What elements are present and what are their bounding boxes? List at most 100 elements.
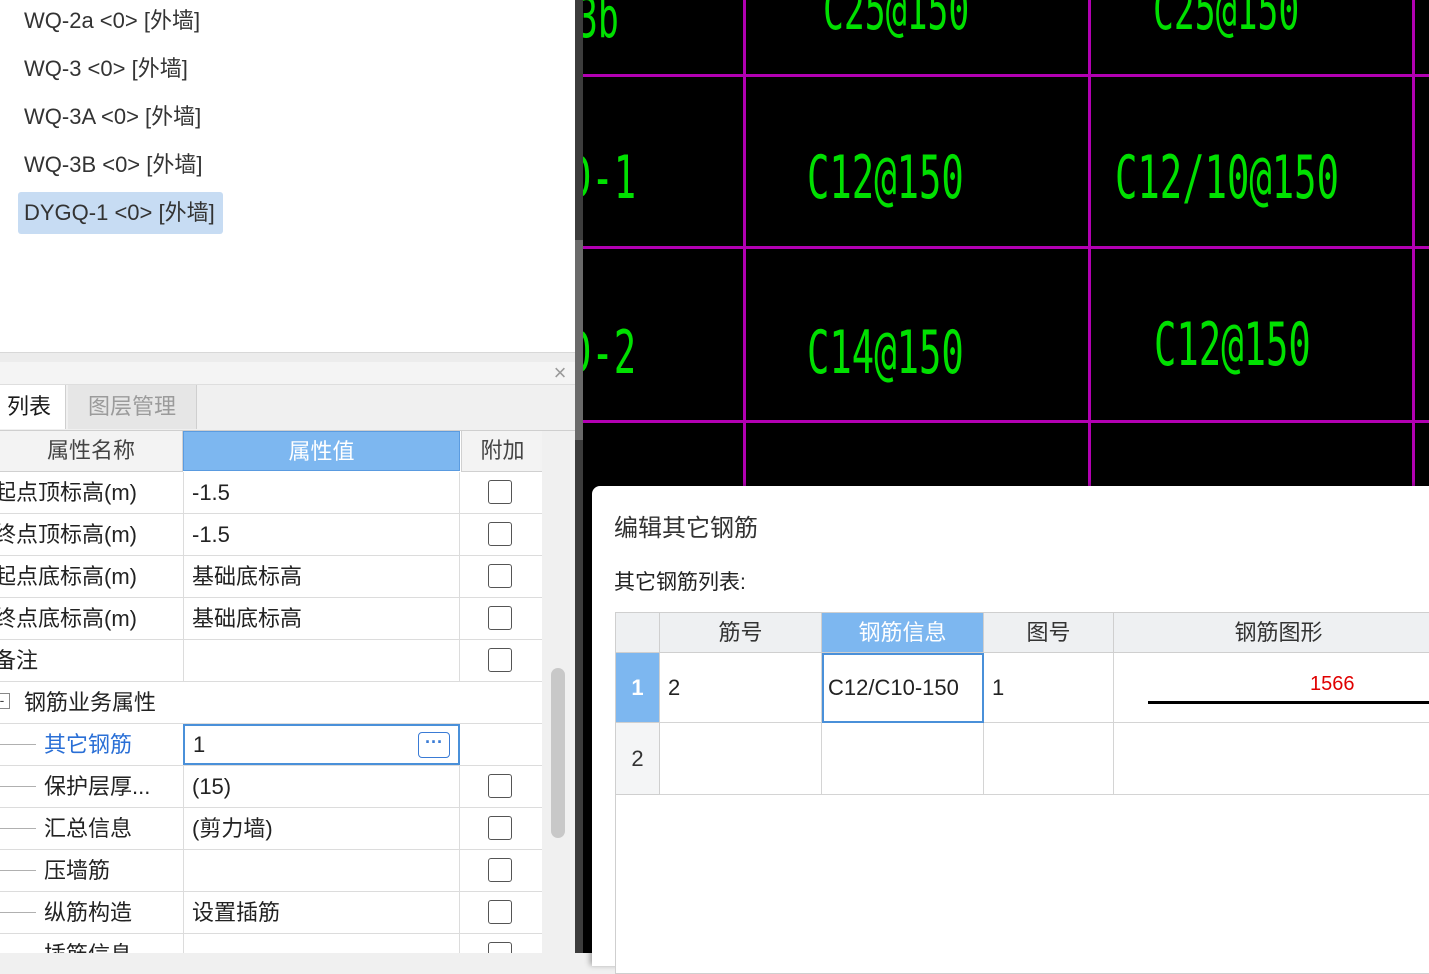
property-value-text: (剪力墙) [192,816,273,841]
property-row[interactable]: 终点顶标高(m) -1.5 [0,514,542,556]
property-value[interactable]: 设置插筋 [183,892,460,933]
property-name: 终点底标高(m) [0,606,137,631]
component-item[interactable]: WQ-2a <0> [外墙] [18,0,208,42]
property-row[interactable]: 起点底标高(m) 基础底标高 [0,556,542,598]
property-row[interactable]: 插筋信息 [0,934,542,953]
vertical-scrollbar[interactable] [551,668,565,838]
property-row[interactable]: - 钢筋业务属性 [0,682,542,724]
property-row[interactable]: 其它钢筋 1 ··· [0,724,542,766]
row-number[interactable]: 2 [616,723,660,795]
extra-checkbox[interactable] [488,774,512,798]
ellipsis-button[interactable]: ··· [418,732,450,758]
rebar-list-label: 其它钢筋列表: [614,571,746,594]
row-number-selected[interactable]: 1 [616,653,660,723]
property-row[interactable]: 终点底标高(m) 基础底标高 [0,598,542,640]
property-name: 其它钢筋 [44,732,133,757]
panel-tabs: 列表 图层管理 [0,385,575,431]
cad-label: 3b [583,0,619,51]
component-item[interactable]: WQ-3 <0> [外墙] [18,48,196,90]
property-row[interactable]: 纵筋构造 设置插筋 [0,892,542,934]
extra-checkbox[interactable] [488,606,512,630]
property-name: 插筋信息 [44,934,132,953]
rebar-shape-line [1148,701,1429,704]
extra-checkbox[interactable] [488,522,512,546]
property-name: 起点底标高(m) [0,564,137,589]
property-name: 终点顶标高(m) [0,522,137,547]
property-value[interactable]: (15) [183,766,460,807]
cell-figure-no[interactable] [984,723,1114,795]
cad-label: C12@150 [807,143,964,213]
dialog-title: 编辑其它钢筋 [614,515,758,542]
property-value[interactable]: (剪力墙) [183,808,460,849]
property-name: 纵筋构造 [44,900,133,925]
grid-line [583,420,1429,423]
cell-rebar-info[interactable] [822,723,984,795]
extra-checkbox[interactable] [488,564,512,588]
property-value[interactable]: -1.5 [183,514,460,555]
cell-bar-no[interactable] [660,723,822,795]
property-name: 起点顶标高(m) [0,480,137,505]
property-value-text: 1 [193,732,206,757]
property-value[interactable] [183,934,460,953]
property-value[interactable]: 基础底标高 [183,556,460,597]
column-header-rebar-info[interactable]: 钢筋信息 [822,613,984,653]
property-name: 压墙筋 [44,858,111,883]
extra-checkbox[interactable] [488,858,512,882]
cell-rebar-shape[interactable] [1114,723,1429,795]
tree-connector [0,786,36,787]
tree-connector [0,912,36,913]
cad-label: C25@150 [1153,0,1300,43]
component-list: WQ-2a <0> [外墙] WQ-3 <0> [外墙] WQ-3A <0> [… [0,0,575,352]
extra-checkbox[interactable] [488,900,512,924]
property-name: 备注 [0,648,39,673]
splitter-grip[interactable] [575,240,583,440]
property-value-text: (15) [192,774,232,799]
property-row[interactable]: 保护层厚... (15) [0,766,542,808]
property-value[interactable]: 基础底标高 [183,598,460,639]
extra-checkbox[interactable] [488,816,512,840]
property-row[interactable]: 压墙筋 [0,850,542,892]
grid-line [583,74,1429,77]
cell-bar-no[interactable]: 2 [660,653,822,723]
component-item-selected[interactable]: DYGQ-1 <0> [外墙] [18,192,223,234]
column-header-property-value[interactable]: 属性值 [183,431,460,471]
property-value[interactable] [183,640,460,681]
property-value[interactable]: -1.5 [183,472,460,513]
collapse-icon[interactable]: - [0,693,10,709]
edit-other-rebar-dialog: 编辑其它钢筋 其它钢筋列表: 筋号 钢筋信息 图号 钢筋图形 1 2 C12/C… [592,486,1429,974]
property-value-text: -1.5 [192,480,230,505]
property-row[interactable]: 备注 [0,640,542,682]
property-value-text: 基础底标高 [192,564,303,589]
property-name: 汇总信息 [44,816,133,841]
property-panel-header [0,362,575,385]
rebar-length-label: 1566 [1310,673,1355,695]
tree-connector [0,870,36,871]
cad-label: C14@150 [807,318,964,388]
grid-corner [616,613,660,653]
component-item[interactable]: WQ-3A <0> [外墙] [18,96,209,138]
property-name: 钢筋业务属性 [24,690,157,715]
property-value-text: 设置插筋 [192,900,281,925]
cell-rebar-shape[interactable]: 1566 [1114,653,1429,723]
close-icon[interactable]: × [550,362,570,384]
pane-splitter[interactable] [575,0,583,953]
cell-rebar-info-active[interactable]: C12/C10-150 [822,653,984,723]
rebar-grid: 筋号 钢筋信息 图号 钢筋图形 1 2 C12/C10-150 1 1566 2 [615,612,1429,974]
cell-figure-no[interactable]: 1 [984,653,1114,723]
column-header-rebar-shape: 钢筋图形 [1114,613,1429,653]
property-row[interactable]: 汇总信息 (剪力墙) [0,808,542,850]
extra-checkbox[interactable] [488,480,512,504]
property-value-editor[interactable]: 1 ··· [183,724,460,765]
property-value[interactable] [183,850,460,891]
grid-line [583,246,1429,249]
column-header-bar-no: 筋号 [660,613,822,653]
tab-property-list[interactable]: 列表 [0,385,66,429]
column-header-extra: 附加 [461,431,542,472]
component-item[interactable]: WQ-3B <0> [外墙] [18,144,211,186]
tab-layer-management[interactable]: 图层管理 [68,385,197,429]
extra-checkbox[interactable] [488,942,512,953]
property-name: 保护层厚... [44,774,151,799]
extra-checkbox[interactable] [488,648,512,672]
property-row[interactable]: 起点顶标高(m) -1.5 [0,472,542,514]
cad-label: C12/10@150 [1115,143,1339,213]
